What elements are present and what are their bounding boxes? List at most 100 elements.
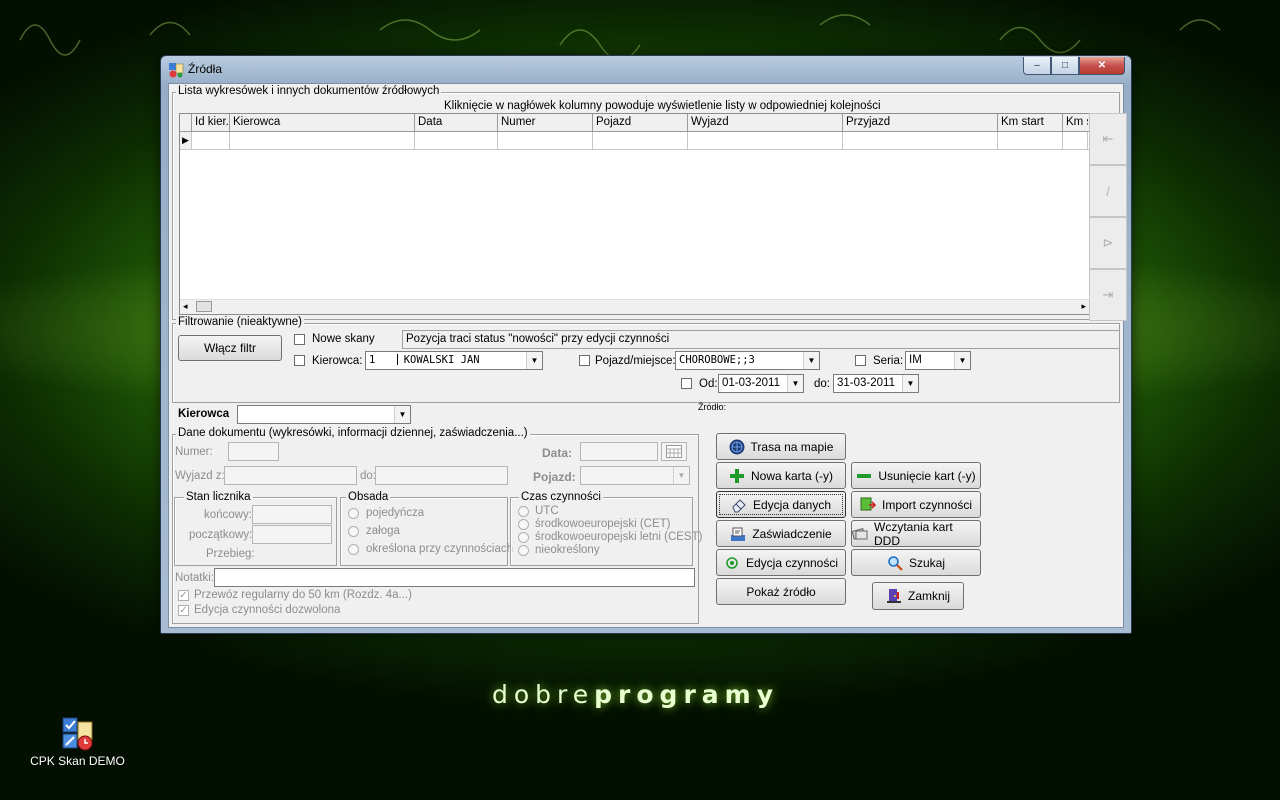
scroll-thumb[interactable] <box>196 301 212 312</box>
col-header-driver[interactable]: Kierowca <box>230 114 415 131</box>
grid-corner <box>180 114 192 131</box>
certificate-label: Zaświadczenie <box>752 526 832 541</box>
date-from-picker[interactable]: 01-03-2011 ▼ <box>718 374 804 393</box>
cell-km-start[interactable] <box>998 132 1063 149</box>
col-header-id[interactable]: Id kier. <box>192 114 230 131</box>
chevron-down-icon[interactable]: ▼ <box>673 467 689 484</box>
calendar-icon[interactable] <box>661 442 687 461</box>
close-button[interactable]: Zamknij <box>872 582 964 610</box>
date-field[interactable] <box>580 442 658 461</box>
date-filter-checkbox[interactable] <box>681 378 692 389</box>
regular-transport-label: Przewóz regularny do 50 km (Rozdz. 4a...… <box>194 589 412 601</box>
time-cest-radio[interactable] <box>518 532 529 543</box>
col-header-departure[interactable]: Wyjazd <box>688 114 843 131</box>
scroll-right-icon[interactable]: ▸ <box>1081 301 1086 312</box>
filter-group-label: Filtrowanie (nieaktywne) <box>176 316 304 328</box>
number-field[interactable] <box>228 442 279 461</box>
enable-filter-button[interactable]: Włącz filtr <box>178 335 282 361</box>
close-window-button[interactable]: ✕ <box>1079 57 1125 75</box>
documents-grid[interactable]: Id kier. Kierowca Data Numer Pojazd Wyja… <box>179 113 1091 315</box>
edit-activities-label: Edycja czynności <box>745 555 839 570</box>
driver-select[interactable]: ▼ <box>237 405 411 424</box>
window-client-area: Lista wykresówek i innych dokumentów źró… <box>168 83 1127 628</box>
chevron-down-icon[interactable]: ▼ <box>526 352 542 369</box>
cell-id[interactable] <box>192 132 230 149</box>
chevron-down-icon[interactable]: ▼ <box>954 352 970 369</box>
arrival-field[interactable] <box>375 466 508 485</box>
new-card-button[interactable]: Nowa karta (-y) <box>716 462 846 489</box>
col-header-km-stop[interactable]: Km s <box>1063 114 1088 131</box>
remove-card-button[interactable]: Usunięcie kart (-y) <box>851 462 981 489</box>
time-cest-label: środkowoeuropejski letni (CEST) <box>535 531 703 543</box>
route-map-button[interactable]: Trasa na mapie <box>716 433 846 460</box>
date-from-label: Od: <box>699 378 718 390</box>
cell-departure[interactable] <box>688 132 843 149</box>
date-to-picker[interactable]: 31-03-2011 ▼ <box>833 374 919 393</box>
time-undefined-radio[interactable] <box>518 545 529 556</box>
nav-prev-icon[interactable]: / <box>1089 165 1127 217</box>
cell-vehicle[interactable] <box>593 132 688 149</box>
import-activities-button[interactable]: Import czynności <box>851 491 981 518</box>
col-header-km-start[interactable]: Km start <box>998 114 1063 131</box>
nav-last-icon[interactable]: ⇥ <box>1089 269 1127 321</box>
driver-filter-select[interactable]: 1 KOWALSKI JAN ▼ <box>365 351 543 370</box>
counter-end-field[interactable] <box>252 505 332 524</box>
table-row[interactable]: ▶ <box>180 132 1090 150</box>
counter-start-field[interactable] <box>252 525 332 544</box>
time-cet-radio[interactable] <box>518 519 529 530</box>
activity-edit-checkbox[interactable]: ✓ <box>178 605 189 616</box>
notes-field[interactable] <box>214 568 695 587</box>
edit-activities-button[interactable]: Edycja czynności <box>716 549 846 576</box>
crew-team-radio[interactable] <box>348 526 359 537</box>
time-utc-radio[interactable] <box>518 506 529 517</box>
regular-transport-checkbox[interactable]: ✓ <box>178 590 189 601</box>
departure-field[interactable] <box>224 466 357 485</box>
remove-card-label: Usunięcie kart (-y) <box>878 468 976 483</box>
record-navigator: ⇤ / ⊳ ⇥ <box>1089 113 1129 321</box>
cell-driver[interactable] <box>230 132 415 149</box>
certificate-button[interactable]: Zaświadczenie <box>716 520 846 547</box>
grid-header: Id kier. Kierowca Data Numer Pojazd Wyja… <box>180 114 1090 132</box>
series-filter-checkbox[interactable] <box>855 355 866 366</box>
search-button[interactable]: Szukaj <box>851 549 981 576</box>
chevron-down-icon[interactable]: ▼ <box>394 406 410 423</box>
crew-per-activity-radio[interactable] <box>348 544 359 555</box>
cell-km-stop[interactable] <box>1063 132 1088 149</box>
driver-select-label: Kierowca <box>178 408 230 420</box>
crew-single-radio[interactable] <box>348 508 359 519</box>
col-header-number[interactable]: Numer <box>498 114 593 131</box>
crew-per-activity-label: określona przy czynnościach <box>366 543 514 555</box>
series-filter-select[interactable]: IM ▼ <box>905 351 971 370</box>
activity-edit-label: Edycja czynności dozwolona <box>194 604 341 616</box>
cell-date[interactable] <box>415 132 498 149</box>
scroll-left-icon[interactable]: ◂ <box>183 301 188 312</box>
chevron-down-icon[interactable]: ▼ <box>902 375 918 392</box>
horizontal-scrollbar[interactable]: ◂ ▸ <box>180 299 1090 314</box>
nav-next-icon[interactable]: ⊳ <box>1089 217 1127 269</box>
load-ddd-button[interactable]: Wczytania kart DDD <box>851 520 981 548</box>
col-header-arrival[interactable]: Przyjazd <box>843 114 998 131</box>
minimize-button[interactable]: – <box>1023 57 1051 75</box>
col-header-date[interactable]: Data <box>415 114 498 131</box>
maximize-button[interactable]: □ <box>1051 57 1079 75</box>
new-scans-checkbox[interactable] <box>294 334 305 345</box>
desktop-shortcut-cpk-skan[interactable]: CPK Skan DEMO <box>30 716 125 768</box>
counter-group-label: Stan licznika <box>184 491 253 503</box>
vehicle-select[interactable]: ▼ <box>580 466 690 485</box>
desktop-shortcut-label: CPK Skan DEMO <box>30 754 125 768</box>
show-source-button[interactable]: Pokaż źródło <box>716 578 846 605</box>
chevron-down-icon[interactable]: ▼ <box>787 375 803 392</box>
edit-data-button[interactable]: Edycja danych <box>716 491 846 518</box>
driver-filter-checkbox[interactable] <box>294 355 305 366</box>
wallpaper-ornament <box>19 14 1221 60</box>
nav-first-icon[interactable]: ⇤ <box>1089 113 1127 165</box>
col-header-vehicle[interactable]: Pojazd <box>593 114 688 131</box>
vehicle-filter-select[interactable]: CHOROBOWE;;3 ▼ <box>675 351 820 370</box>
chevron-down-icon[interactable]: ▼ <box>803 352 819 369</box>
cell-number[interactable] <box>498 132 593 149</box>
title-bar[interactable]: Źródła – □ ✕ <box>161 56 1131 82</box>
new-scans-label: Nowe skany <box>312 333 375 345</box>
cell-arrival[interactable] <box>843 132 998 149</box>
vehicle-filter-checkbox[interactable] <box>579 355 590 366</box>
plus-icon <box>729 468 744 483</box>
